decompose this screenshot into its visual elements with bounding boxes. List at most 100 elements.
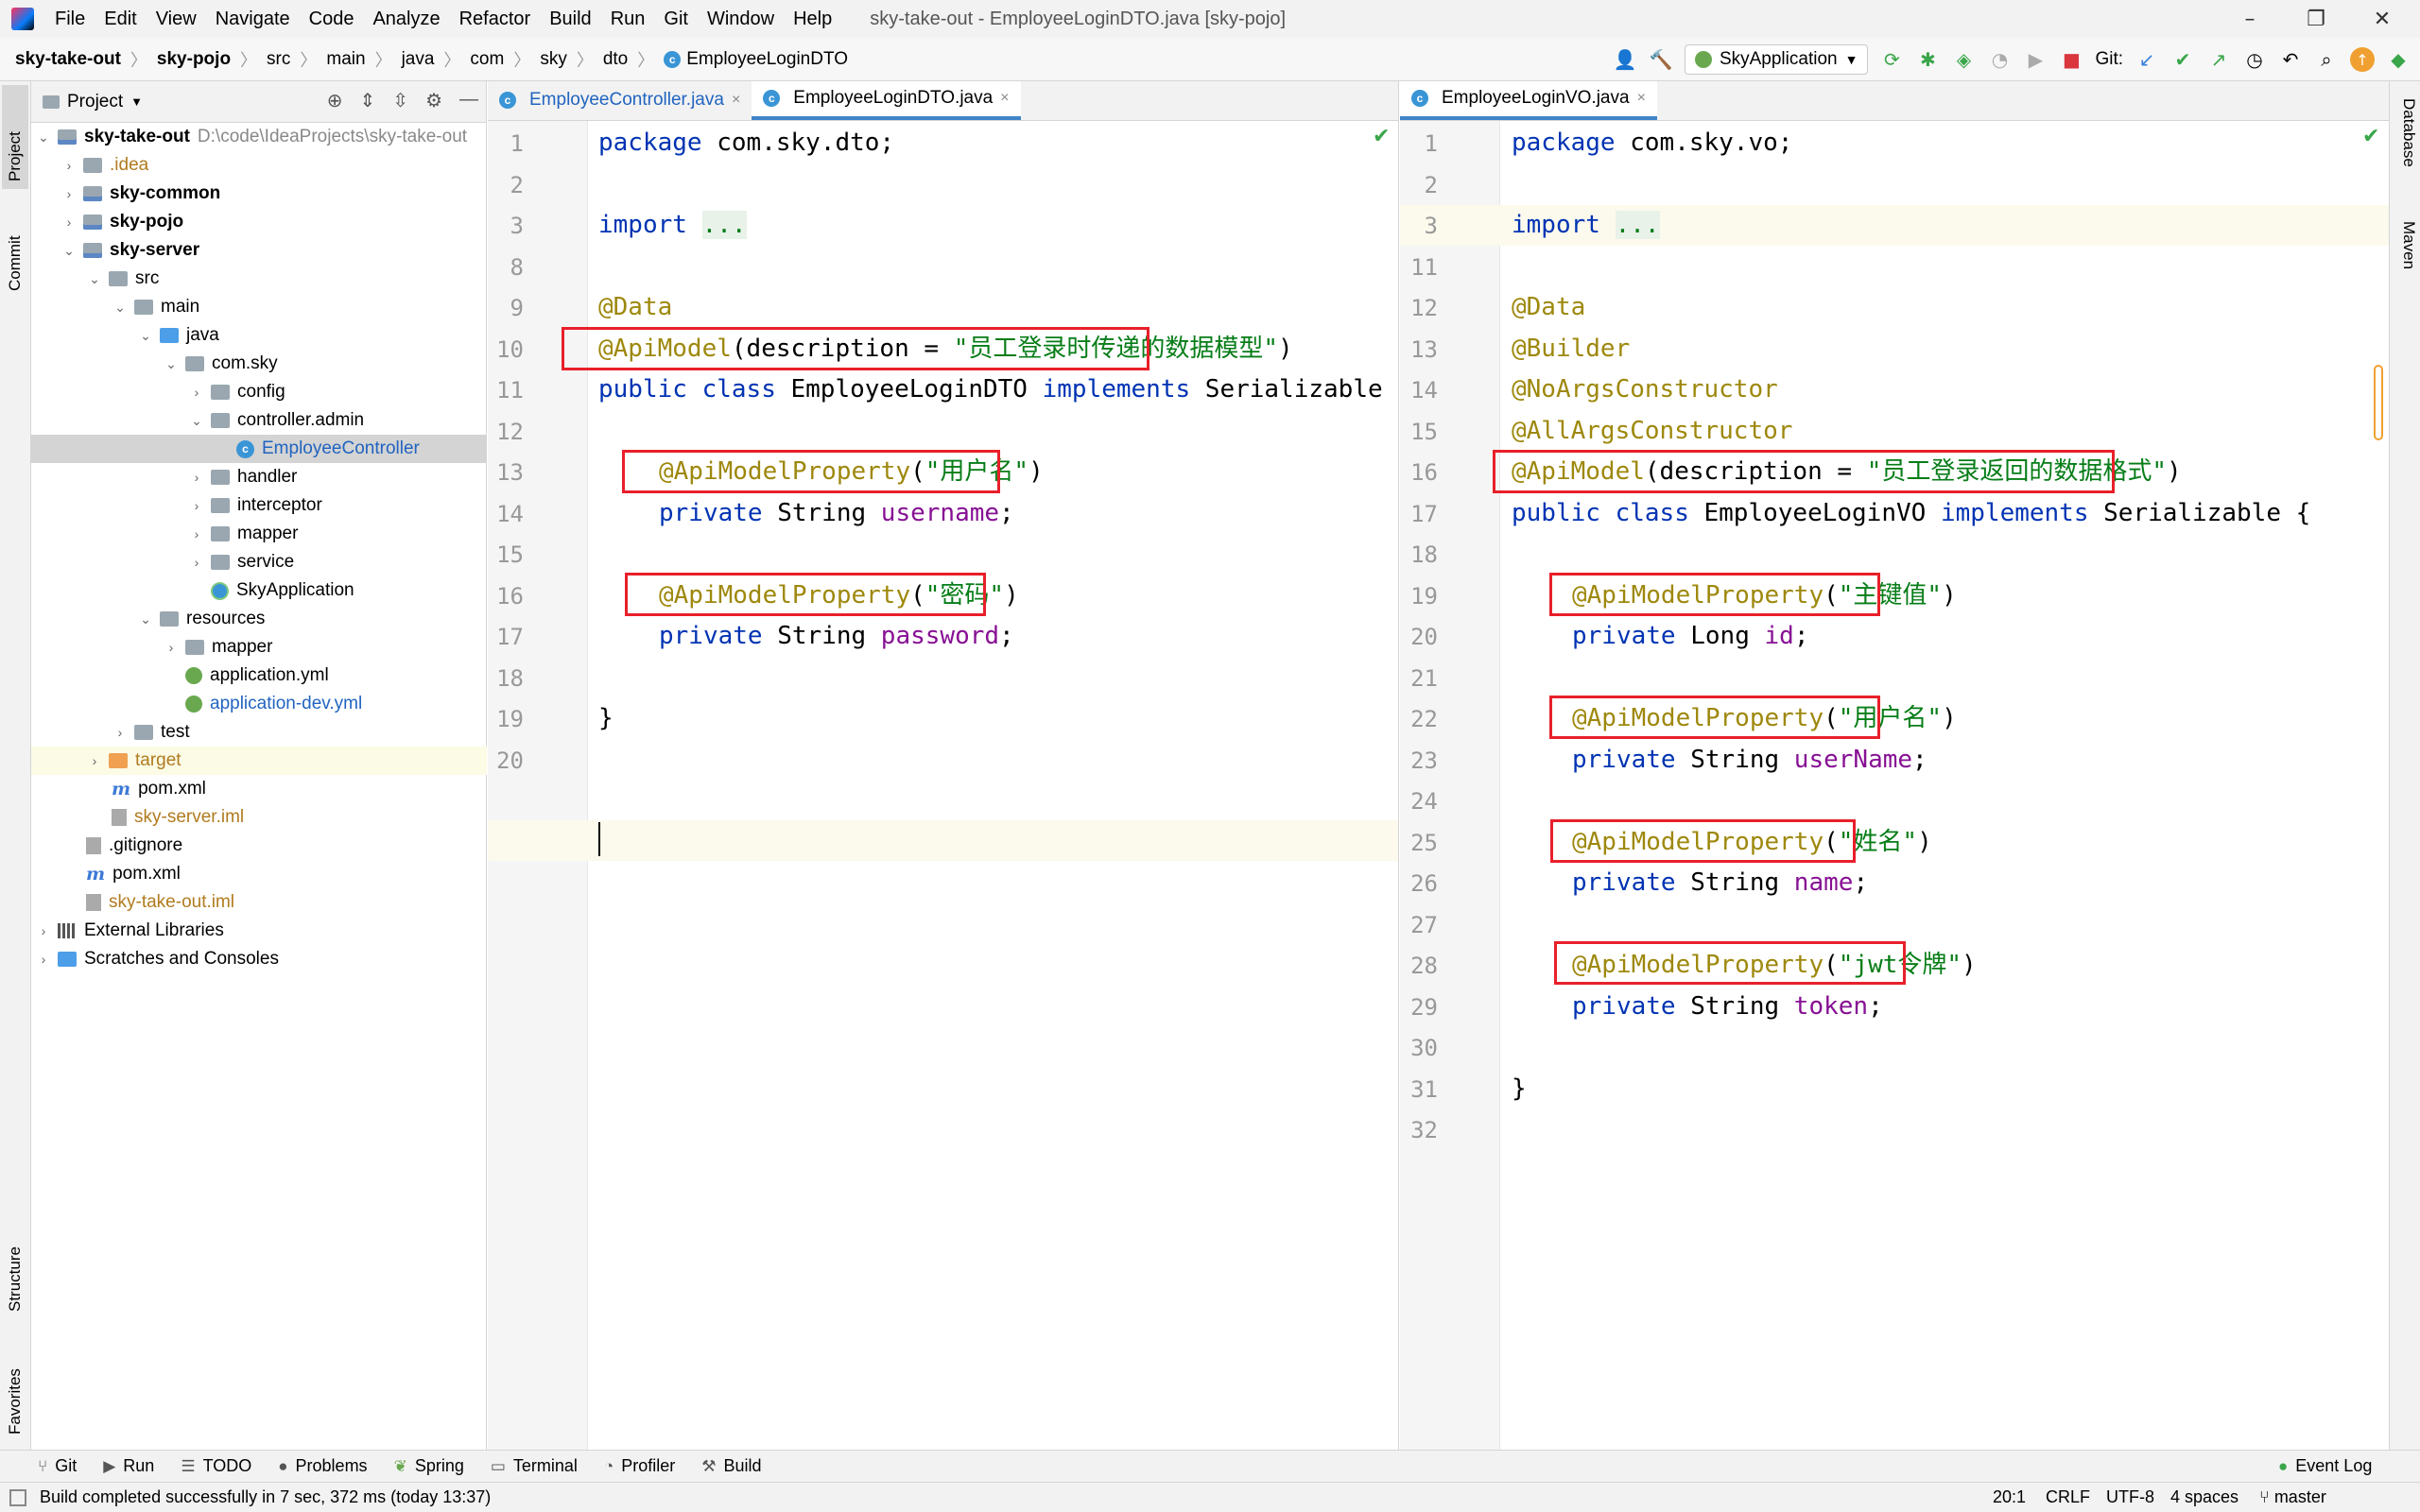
tree-item-mapper[interactable]: › mapper	[31, 520, 487, 548]
search-icon[interactable]: ⌕	[2314, 47, 2339, 72]
run-icon[interactable]: ▶	[2023, 47, 2048, 72]
history-icon[interactable]: ◷	[2242, 47, 2267, 72]
breadcrumb-sky-pojo[interactable]: sky-pojo	[157, 49, 231, 70]
caret-position[interactable]: 20:1	[1993, 1487, 2026, 1507]
tree-item-sky-common[interactable]: › sky-common	[31, 180, 487, 208]
menu-analyze[interactable]: Analyze	[363, 9, 449, 30]
code-line[interactable]: private String token;	[1572, 987, 1883, 1027]
menu-code[interactable]: Code	[300, 9, 364, 30]
code-line[interactable]: import ...	[598, 205, 747, 246]
git-branch[interactable]: ⑂ master	[2259, 1487, 2326, 1507]
tree-item-interceptor[interactable]: › interceptor	[31, 491, 487, 520]
git-push-icon[interactable]: ↗	[2206, 47, 2231, 72]
tree-item-external-libraries[interactable]: › External Libraries	[31, 917, 487, 945]
todo-tool-button[interactable]: ☰ TODO	[181, 1456, 251, 1476]
maximize-button[interactable]: ❐	[2288, 0, 2344, 38]
problems-tool-button[interactable]: ● Problems	[278, 1456, 367, 1476]
tree-item-test[interactable]: › test	[31, 718, 487, 747]
tree-item-sky-application[interactable]: SkyApplication	[31, 576, 487, 605]
code-line[interactable]: private Long id;	[1572, 616, 1808, 657]
menu-refactor[interactable]: Refactor	[450, 9, 541, 30]
run-tool-button[interactable]: ▶ Run	[103, 1456, 154, 1476]
tree-item-gitignore[interactable]: .gitignore	[31, 832, 487, 860]
menu-navigate[interactable]: Navigate	[206, 9, 300, 30]
tree-item-sky-take-out-iml[interactable]: sky-take-out.iml	[31, 888, 487, 917]
chevron-down-icon[interactable]: ▼	[130, 94, 143, 109]
code-line[interactable]: import ...	[1512, 205, 1660, 246]
breadcrumb-sky-take-out[interactable]: sky-take-out	[15, 49, 121, 70]
breadcrumb-main[interactable]: main	[326, 49, 365, 70]
tree-item-handler[interactable]: › handler	[31, 463, 487, 491]
rollback-icon[interactable]: ↶	[2278, 47, 2303, 72]
menu-view[interactable]: View	[147, 9, 206, 30]
rerun-icon[interactable]: ⟳	[1879, 47, 1904, 72]
tab-employee-login-vo[interactable]: c EmployeeLoginVO.java ×	[1400, 81, 1657, 120]
code-line[interactable]: @AllArgsConstructor	[1512, 411, 1792, 452]
tree-item-root-pom[interactable]: m pom.xml	[31, 860, 487, 888]
run-configuration-select[interactable]: SkyApplication ▼	[1684, 44, 1869, 75]
favorites-tool-tab[interactable]: Favorites	[2, 1329, 28, 1442]
commit-tool-tab[interactable]: Commit	[2, 195, 28, 299]
profiler-tool-button[interactable]: ◔ Profiler	[604, 1456, 675, 1476]
stop-icon[interactable]: ■	[2059, 47, 2083, 72]
breadcrumb-java[interactable]: java	[402, 49, 435, 70]
code-line[interactable]: @NoArgsConstructor	[1512, 369, 1778, 410]
menu-help[interactable]: Help	[784, 9, 841, 30]
coverage-icon[interactable]: ◈	[1951, 47, 1976, 72]
tree-item-main[interactable]: ⌄ main	[31, 293, 487, 321]
menu-run[interactable]: Run	[601, 9, 655, 30]
code-line[interactable]: private String name;	[1572, 863, 1868, 903]
tree-item-java[interactable]: ⌄ java	[31, 321, 487, 350]
build-hammer-icon[interactable]: 🔨	[1649, 47, 1673, 72]
tree-item-application-yml[interactable]: application.yml	[31, 662, 487, 690]
code-line[interactable]: private String password;	[659, 616, 1014, 657]
tree-item-src[interactable]: ⌄ src	[31, 265, 487, 293]
close-tab-icon[interactable]: ×	[732, 92, 740, 109]
tab-employee-controller[interactable]: c EmployeeController.java ×	[488, 81, 752, 120]
tree-item-idea[interactable]: › .idea	[31, 151, 487, 180]
menu-build[interactable]: Build	[540, 9, 600, 30]
tree-item-sky-pojo[interactable]: › sky-pojo	[31, 208, 487, 236]
git-commit-icon[interactable]: ✔	[2170, 47, 2195, 72]
file-encoding[interactable]: UTF-8	[2106, 1487, 2154, 1507]
menu-window[interactable]: Window	[698, 9, 784, 30]
code-line[interactable]: @Data	[1512, 287, 1585, 328]
collapse-all-icon[interactable]: ⇳	[392, 89, 408, 112]
line-separator[interactable]: CRLF	[2046, 1487, 2090, 1507]
event-log-button[interactable]: ● Event Log	[2278, 1456, 2372, 1476]
folded-imports[interactable]: ...	[1615, 211, 1660, 239]
tree-item-scratches[interactable]: › Scratches and Consoles	[31, 945, 487, 973]
tree-item-controller-admin[interactable]: ⌄ controller.admin	[31, 406, 487, 435]
tree-item-resources[interactable]: ⌄ resources	[31, 605, 487, 633]
terminal-tool-button[interactable]: ▭ Terminal	[491, 1456, 578, 1476]
user-icon[interactable]: 👤	[1613, 47, 1637, 72]
build-tool-button[interactable]: ⚒ Build	[701, 1456, 761, 1476]
code-line[interactable]: public class EmployeeLoginVO implements …	[1512, 493, 2310, 534]
tree-item-service[interactable]: › service	[31, 548, 487, 576]
tree-item-application-dev-yml[interactable]: application-dev.yml	[31, 690, 487, 718]
close-tab-icon[interactable]: ×	[1637, 90, 1646, 107]
tree-item-sky-take-out[interactable]: ⌄ sky-take-out D:\code\IdeaProjects\sky-ta…	[31, 123, 487, 151]
menu-git[interactable]: Git	[654, 9, 698, 30]
project-tool-tab[interactable]: Project	[2, 85, 28, 189]
locate-icon[interactable]: ⊕	[327, 89, 343, 112]
code-line[interactable]: }	[1512, 1069, 1527, 1109]
tool-window-toggle-icon[interactable]	[9, 1488, 26, 1506]
code-line[interactable]: package com.sky.vo;	[1512, 123, 1792, 163]
expand-all-icon[interactable]: ⇕	[360, 89, 376, 112]
tree-item-resources-mapper[interactable]: › mapper	[31, 633, 487, 662]
spring-tool-button[interactable]: ❦ Spring	[394, 1456, 464, 1476]
code-line[interactable]: @Data	[598, 287, 672, 328]
breadcrumb-com[interactable]: com	[470, 49, 504, 70]
tree-item-sky-server-iml[interactable]: sky-server.iml	[31, 803, 487, 832]
code-line[interactable]: private String userName;	[1572, 740, 1927, 781]
breadcrumb-dto[interactable]: dto	[603, 49, 628, 70]
git-tool-button[interactable]: ⑂ Git	[38, 1456, 77, 1476]
tree-item-server-pom[interactable]: m pom.xml	[31, 775, 487, 803]
menu-file[interactable]: File	[45, 9, 95, 30]
code-line[interactable]: }	[598, 698, 614, 739]
update-icon[interactable]: ↑	[2350, 47, 2375, 72]
tree-item-employee-controller[interactable]: c EmployeeController	[31, 435, 487, 463]
tree-item-config[interactable]: › config	[31, 378, 487, 406]
code-line[interactable]: public class EmployeeLoginDTO implements…	[598, 369, 1383, 410]
